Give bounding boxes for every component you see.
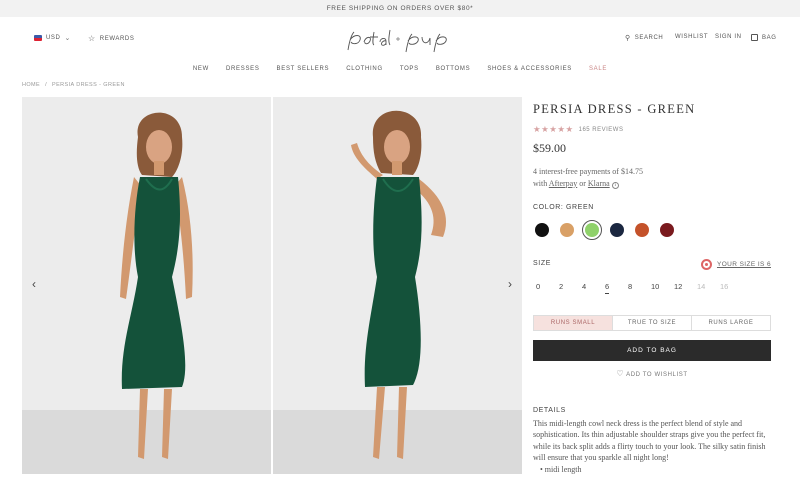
star-icon: ☆	[88, 34, 96, 43]
site-header: USD ⌄ ☆ REWARDS ⚲ SEARCH WISHLIST SIGN I…	[0, 17, 800, 62]
size-option[interactable]: 4	[582, 282, 605, 291]
breadcrumb: HOME / PERSIA DRESS - GREEN	[22, 82, 125, 88]
reviews-count: 165 REVIEWS	[578, 126, 624, 133]
your-size-text: YOUR SIZE IS 6	[716, 261, 771, 268]
fit-runs-large[interactable]: RUNS LARGE	[692, 316, 770, 330]
size-label: SIZE	[533, 260, 551, 267]
fit-true-to-size[interactable]: TRUE TO SIZE	[613, 316, 692, 330]
add-to-wishlist-button[interactable]: ♡ ADD TO WISHLIST	[533, 369, 771, 378]
wishlist-label: WISHLIST	[675, 34, 709, 40]
breadcrumb-home[interactable]: HOME	[22, 82, 40, 88]
currency-selector[interactable]: USD ⌄	[34, 34, 71, 42]
klarna-link[interactable]: Klarna	[588, 179, 610, 188]
nav-item-bottoms[interactable]: BOTTOMS	[436, 66, 470, 72]
size-option[interactable]: 12	[674, 282, 697, 291]
size-option[interactable]: 2	[559, 282, 582, 291]
nav-item-dresses[interactable]: DRESSES	[226, 66, 260, 72]
size-option-unavailable[interactable]: 14	[697, 282, 720, 291]
product-image-side[interactable]: ›	[273, 97, 522, 474]
size-option-selected[interactable]: 6	[605, 282, 628, 294]
wishlist-link[interactable]: WISHLIST	[675, 34, 708, 40]
rewards-label: REWARDS	[99, 35, 135, 42]
nav-item-sale[interactable]: SALE	[589, 66, 607, 72]
details-body: This midi-length cowl neck dress is the …	[533, 418, 771, 475]
installments-info: 4 interest-free payments of $14.75 with …	[533, 166, 771, 189]
installments-with: with	[533, 178, 548, 188]
sign-in-link[interactable]: SIGN IN	[715, 34, 742, 40]
gallery-next-arrow[interactable]: ›	[508, 277, 512, 291]
bag-button[interactable]: BAG	[751, 34, 776, 41]
nav-item-new[interactable]: NEW	[193, 66, 209, 72]
chevron-down-icon: ⌄	[64, 35, 71, 42]
product-price: $59.00	[533, 141, 566, 155]
info-icon[interactable]: i	[611, 181, 619, 189]
currency-label: USD	[46, 35, 61, 41]
swatch-black[interactable]	[535, 223, 549, 237]
search-icon: ⚲	[625, 35, 631, 42]
product-title: PERSIA DRESS - GREEN	[533, 102, 696, 116]
product-gallery: ‹ ›	[22, 97, 524, 474]
promo-banner: FREE SHIPPING ON ORDERS OVER $80*	[0, 0, 800, 17]
rewards-link[interactable]: ☆ REWARDS	[88, 34, 134, 43]
nav-item-tops[interactable]: TOPS	[400, 66, 419, 72]
bag-label: BAG	[762, 34, 777, 41]
fit-feedback: RUNS SMALL TRUE TO SIZE RUNS LARGE	[533, 315, 771, 331]
color-label: COLOR: GREEN	[533, 204, 594, 211]
sign-in-label: SIGN IN	[715, 34, 742, 40]
installments-line: 4 interest-free payments of $14.75	[533, 167, 643, 176]
rating-stars-icon: ★★★★★	[533, 124, 574, 134]
size-options: 0 2 4 6 8 10 12 14 16	[536, 282, 743, 294]
nav-item-shoes-accessories[interactable]: SHOES & ACCESSORIES	[487, 66, 572, 72]
add-to-wishlist-label: ADD TO WISHLIST	[626, 372, 688, 378]
search-button[interactable]: ⚲ SEARCH	[625, 34, 663, 42]
size-finder-icon	[700, 259, 712, 270]
afterpay-link[interactable]: Afterpay	[549, 179, 577, 188]
reviews-row[interactable]: ★★★★★ 165 REVIEWS	[533, 124, 771, 135]
details-label: DETAILS	[533, 407, 566, 414]
add-to-bag-button[interactable]: ADD TO BAG	[533, 340, 771, 361]
swatch-tan[interactable]	[560, 223, 574, 237]
gallery-prev-arrow[interactable]: ‹	[32, 277, 36, 291]
product-image-front[interactable]: ‹	[22, 97, 271, 474]
color-swatches	[535, 220, 674, 240]
swatch-navy[interactable]	[610, 223, 624, 237]
fit-runs-small[interactable]: RUNS SMALL	[534, 316, 613, 330]
swatch-rust[interactable]	[635, 223, 649, 237]
model-figure-side	[351, 110, 446, 459]
main-nav: NEW DRESSES BEST SELLERS CLOTHING TOPS B…	[0, 66, 800, 72]
details-text: This midi-length cowl neck dress is the …	[533, 419, 766, 463]
breadcrumb-current: PERSIA DRESS - GREEN	[52, 82, 125, 88]
breadcrumb-separator: /	[45, 82, 48, 88]
size-option-unavailable[interactable]: 16	[720, 282, 743, 291]
nav-item-clothing[interactable]: CLOTHING	[346, 66, 383, 72]
details-bullet: • midi length	[540, 464, 582, 474]
size-option[interactable]: 10	[651, 282, 674, 291]
swatch-burgundy[interactable]	[660, 223, 674, 237]
bag-icon	[751, 34, 758, 41]
brand-logo[interactable]	[340, 24, 460, 56]
us-flag-icon	[34, 35, 42, 41]
size-option[interactable]: 8	[628, 282, 651, 291]
swatch-green[interactable]	[582, 220, 602, 240]
model-figure-front	[120, 112, 193, 459]
heart-icon: ♡	[616, 369, 625, 378]
your-size-link[interactable]: YOUR SIZE IS 6	[700, 259, 771, 270]
product-info-panel: PERSIA DRESS - GREEN ★★★★★ 165 REVIEWS $…	[533, 102, 771, 474]
size-option[interactable]: 0	[536, 282, 559, 291]
nav-item-best-sellers[interactable]: BEST SELLERS	[277, 66, 330, 72]
installments-or: or	[579, 178, 586, 188]
search-label: SEARCH	[634, 35, 664, 41]
